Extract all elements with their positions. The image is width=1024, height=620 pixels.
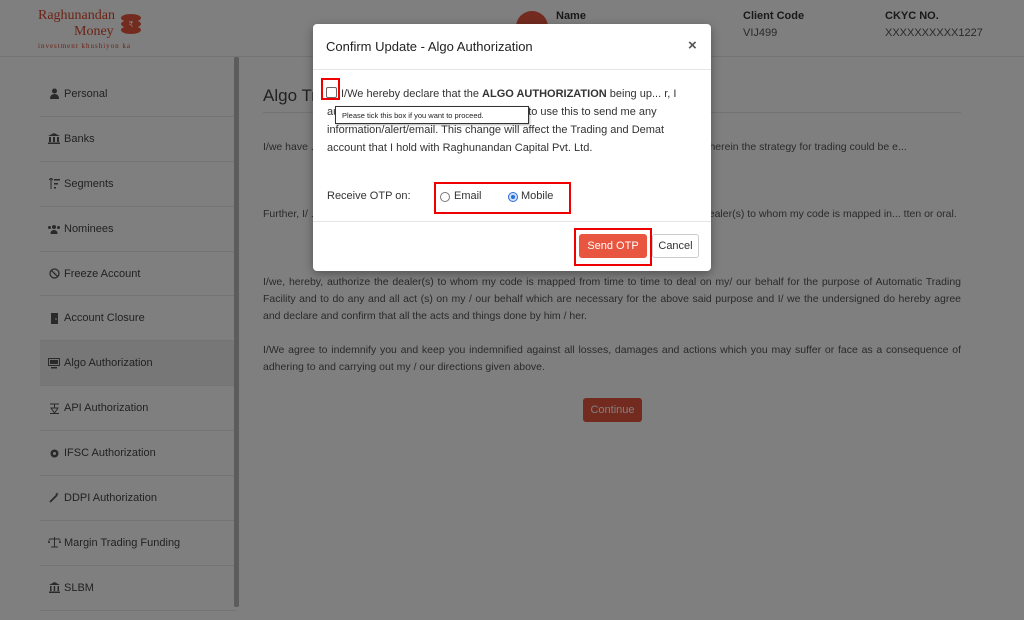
- checkbox-tooltip: Please tick this box if you want to proc…: [335, 106, 529, 124]
- declaration-bold: ALGO AUTHORIZATION: [482, 88, 607, 100]
- modal-title: Confirm Update - Algo Authorization: [326, 39, 533, 54]
- otp-options-highlight: [434, 182, 571, 214]
- otp-label: Receive OTP on:: [327, 190, 411, 202]
- close-icon[interactable]: ×: [688, 37, 697, 54]
- cancel-button[interactable]: Cancel: [652, 234, 699, 258]
- modal-footer-divider: [313, 221, 711, 222]
- checkbox-highlight: [321, 78, 340, 100]
- declaration-prefix: I/We hereby declare that the: [341, 88, 483, 100]
- send-otp-highlight: [574, 228, 652, 266]
- modal-header-divider: [313, 69, 711, 70]
